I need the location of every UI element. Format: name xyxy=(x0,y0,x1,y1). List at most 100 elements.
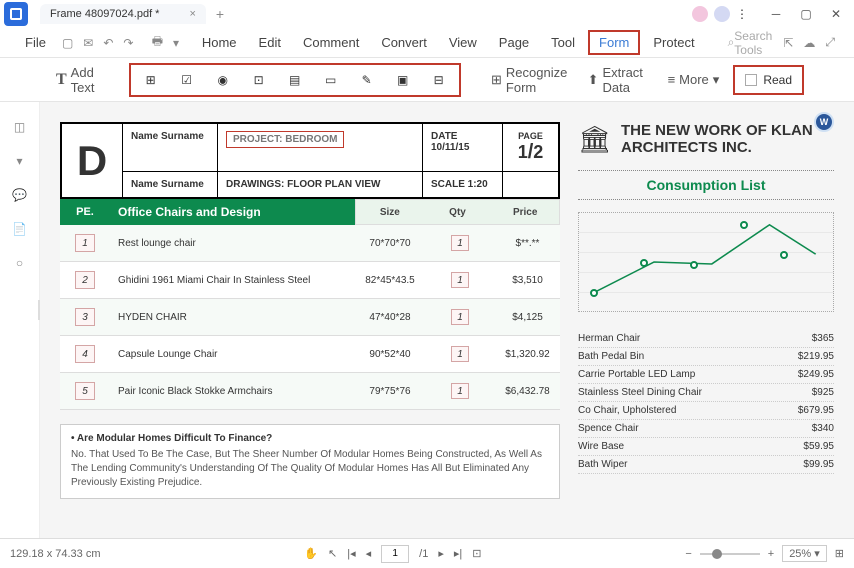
qty-field[interactable]: 1 xyxy=(451,383,469,399)
menu-view[interactable]: View xyxy=(440,32,486,53)
menu-edit[interactable]: Edit xyxy=(250,32,290,53)
read-checkbox[interactable] xyxy=(745,74,757,86)
redo-icon[interactable]: ↷ xyxy=(120,34,136,52)
menu-comment[interactable]: Comment xyxy=(294,32,368,53)
signature-field-icon[interactable]: ✎ xyxy=(359,72,375,88)
fit-width-icon[interactable]: ⊡ xyxy=(472,547,481,560)
consumption-row: Bath Pedal Bin$219.95 xyxy=(578,348,834,366)
item-price: $340 xyxy=(812,423,834,434)
add-tab-icon[interactable]: + xyxy=(216,6,224,22)
project-field[interactable]: PROJECT: BEDROOM xyxy=(226,131,344,148)
attachments-icon[interactable]: 📄 xyxy=(12,222,27,236)
undo-icon[interactable]: ↶ xyxy=(100,34,116,52)
pe-field[interactable]: 3 xyxy=(75,308,95,326)
name-cell: Pair Iconic Black Stokke Armchairs xyxy=(110,386,355,397)
radio-field-icon[interactable]: ◉ xyxy=(215,72,231,88)
menu-file[interactable]: File xyxy=(16,32,55,53)
col-name: Office Chairs and Design xyxy=(110,205,340,219)
dropdown-icon[interactable]: ▾ xyxy=(170,34,182,52)
name-cell: HYDEN CHAIR xyxy=(110,312,355,323)
search-tools[interactable]: ⌕ Search Tools xyxy=(728,29,773,57)
item-name: Stainless Steel Dining Chair xyxy=(578,387,702,398)
qty-field[interactable]: 1 xyxy=(451,272,469,288)
thumbnails-icon[interactable]: ◫ xyxy=(14,120,25,134)
menu-tool[interactable]: Tool xyxy=(542,32,584,53)
item-price: $59.95 xyxy=(803,441,834,452)
bookmarks-icon[interactable]: ▾ xyxy=(16,154,22,168)
zoom-select[interactable]: 25% ▾ xyxy=(782,545,827,562)
col-price: Price xyxy=(491,207,559,218)
name-cell-2: Name Surname xyxy=(122,172,218,197)
minimize-button[interactable]: ─ xyxy=(762,2,790,26)
hand-tool-icon[interactable]: ✋ xyxy=(304,547,318,560)
mail-icon[interactable]: ✉ xyxy=(80,34,96,52)
page-input[interactable] xyxy=(381,545,409,563)
cursor-tool-icon[interactable]: ↖ xyxy=(328,547,337,560)
menu-form[interactable]: Form xyxy=(588,30,640,55)
close-tab-icon[interactable]: × xyxy=(189,8,195,20)
list-box-icon[interactable]: ▤ xyxy=(287,72,303,88)
qty-cell: 1 xyxy=(425,309,495,325)
size-cell: 70*70*70 xyxy=(355,238,425,249)
form-tools-group: ⊞ ☑ ◉ ⊡ ▤ ▭ ✎ ▣ ⊟ xyxy=(129,63,461,97)
cloud-icon[interactable]: ☁ xyxy=(800,34,818,52)
pe-field[interactable]: 1 xyxy=(75,234,95,252)
date-field-icon[interactable]: ⊟ xyxy=(431,72,447,88)
text-field-icon[interactable]: ⊞ xyxy=(143,72,159,88)
qty-field[interactable]: 1 xyxy=(451,235,469,251)
item-price: $679.95 xyxy=(798,405,834,416)
consumption-row: Carrie Portable LED Lamp$249.95 xyxy=(578,366,834,384)
text-icon: T xyxy=(56,71,67,89)
maximize-button[interactable]: ▢ xyxy=(792,2,820,26)
print-icon[interactable]: 🖶 xyxy=(149,30,166,55)
button-field-icon[interactable]: ▭ xyxy=(323,72,339,88)
chart-point xyxy=(740,221,748,229)
menu-convert[interactable]: Convert xyxy=(372,32,436,53)
comments-icon[interactable]: 💬 xyxy=(12,188,27,202)
add-text-button[interactable]: T Add Text xyxy=(50,61,107,99)
zoom-out-icon[interactable]: − xyxy=(685,548,691,560)
qty-cell: 1 xyxy=(425,272,495,288)
qty-field[interactable]: 1 xyxy=(451,346,469,362)
dropdown-field-icon[interactable]: ⊡ xyxy=(251,72,267,88)
qty-field[interactable]: 1 xyxy=(451,309,469,325)
image-field-icon[interactable]: ▣ xyxy=(395,72,411,88)
pe-field[interactable]: 2 xyxy=(75,271,95,289)
menu-protect[interactable]: Protect xyxy=(644,32,703,53)
pe-field[interactable]: 4 xyxy=(75,345,95,363)
more-button[interactable]: ≡ More ▾ xyxy=(662,68,726,92)
checkbox-field-icon[interactable]: ☑ xyxy=(179,72,195,88)
zoom-in-icon[interactable]: + xyxy=(768,548,774,560)
document-tab[interactable]: Frame 48097024.pdf * × xyxy=(40,4,206,24)
menu-home[interactable]: Home xyxy=(193,32,246,53)
col-pe: PE. xyxy=(60,206,110,218)
pe-field[interactable]: 5 xyxy=(75,382,95,400)
prev-page-icon[interactable]: ◂ xyxy=(366,547,372,560)
page-cell: PAGE 1/2 xyxy=(503,124,558,171)
size-cell: 82*45*43.5 xyxy=(355,275,425,286)
name-cell: Ghidini 1961 Miami Chair In Stainless St… xyxy=(110,275,355,286)
consumption-row: Co Chair, Upholstered$679.95 xyxy=(578,402,834,420)
expand-icon[interactable]: ⤢ xyxy=(822,33,838,52)
next-page-icon[interactable]: ▸ xyxy=(438,547,444,560)
open-icon[interactable]: ▢ xyxy=(59,34,76,52)
extract-icon: ⬆ xyxy=(588,72,599,88)
table-row: 4 Capsule Lounge Chair 90*52*40 1 $1,320… xyxy=(60,336,560,373)
consumption-row: Spence Chair$340 xyxy=(578,420,834,438)
read-toggle[interactable]: Read xyxy=(733,65,804,95)
consumption-row: Bath Wiper$99.95 xyxy=(578,456,834,474)
share-icon[interactable]: ⇱ xyxy=(780,34,796,52)
recognize-form-button[interactable]: ⊞ Recognize Form xyxy=(485,61,574,99)
search-panel-icon[interactable]: ○ xyxy=(16,256,23,270)
zoom-slider[interactable] xyxy=(700,553,760,555)
close-window-button[interactable]: ✕ xyxy=(822,2,850,26)
last-page-icon[interactable]: ▸| xyxy=(454,547,462,560)
menu-dots-icon[interactable]: ⋮ xyxy=(736,7,748,21)
chart-point xyxy=(640,259,648,267)
first-page-icon[interactable]: |◂ xyxy=(347,547,355,560)
word-badge-icon[interactable]: W xyxy=(814,112,834,132)
price-cell: $6,432.78 xyxy=(495,386,560,397)
menu-page[interactable]: Page xyxy=(490,32,538,53)
extract-data-button[interactable]: ⬆ Extract Data xyxy=(582,61,654,99)
view-mode-icon[interactable]: ⊞ xyxy=(835,547,844,560)
